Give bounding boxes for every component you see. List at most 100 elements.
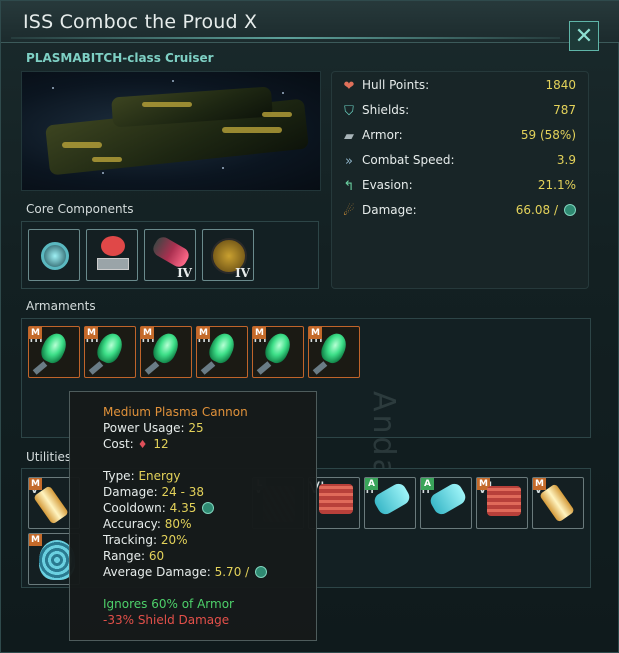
armor-plate-icon [319, 484, 353, 514]
size-badge: M [533, 478, 546, 490]
stat-label: Combat Speed: [362, 153, 455, 167]
tooltip-value: 20% [160, 533, 188, 547]
stat-value: 787 [553, 103, 576, 117]
stat-armor: ▰ Armor: 59 (58%) [338, 125, 584, 147]
core-slot-sensor[interactable] [28, 229, 80, 281]
tooltip-value: 80% [164, 517, 192, 531]
ship-details-window: ISS Comboc the Proud X ✕ PLASMABITCH-cla… [0, 0, 619, 653]
clock-icon [202, 502, 215, 514]
weapon-slot[interactable]: M III [140, 326, 192, 378]
stat-label: Shields: [362, 103, 410, 117]
core-components-panel: IV IV [21, 221, 319, 289]
size-badge: M [141, 327, 154, 339]
tooltip-value: 60 [148, 549, 165, 563]
tooltip-type-row: Type: Energy [103, 468, 180, 484]
size-badge: M [309, 327, 322, 339]
tier-label: IV [177, 266, 192, 280]
clock-icon [564, 204, 576, 216]
tooltip-cost-row: Cost: ♦ 12 [103, 436, 169, 452]
size-badge: A [365, 478, 378, 490]
stat-label: Damage: [362, 203, 417, 217]
tooltip-label: Range: [103, 549, 146, 563]
core-slot-computer[interactable] [86, 229, 138, 281]
armor-icon: ▰ [344, 128, 354, 144]
utilities-heading: Utilities [26, 450, 72, 464]
watermark-text: Anda [366, 391, 401, 480]
close-icon: ✕ [574, 23, 594, 49]
stat-value: 59 (58%) [520, 128, 576, 142]
stat-combat-speed: » Combat Speed: 3.9 [338, 150, 584, 172]
size-badge: A [421, 478, 434, 490]
utility-slot[interactable]: M V [532, 477, 584, 529]
tooltip-value: 4.35 [169, 501, 197, 515]
core-components-heading: Core Components [26, 202, 134, 216]
tooltip-value: Energy [138, 469, 181, 483]
shield-icon: ⛉ [344, 103, 354, 119]
weapon-slot[interactable]: M III [252, 326, 304, 378]
tooltip-tracking-row: Tracking: 20% [103, 532, 188, 548]
crystal-icon: ♦ [137, 438, 148, 451]
size-badge: M [85, 327, 98, 339]
tooltip-label: Cooldown: [103, 501, 166, 515]
armor-plate-icon [487, 486, 521, 516]
armaments-heading: Armaments [26, 299, 96, 313]
tooltip-label: Cost: [103, 437, 134, 451]
stat-value: 66.08 / [515, 203, 558, 217]
tooltip-weapon-name: Medium Plasma Cannon [103, 405, 248, 419]
tooltip-power-row: Power Usage: 25 [103, 420, 204, 436]
heart-icon: ❤ [343, 78, 355, 94]
tooltip-value: 25 [188, 421, 204, 435]
title-divider [11, 37, 560, 39]
stat-evasion: ↰ Evasion: 21.1% [338, 175, 584, 197]
computer-icon [101, 236, 125, 256]
size-badge: M [29, 327, 42, 339]
stat-label: Evasion: [362, 178, 413, 192]
utility-slot[interactable]: A II [420, 477, 472, 529]
ship-stats-panel: ❤ Hull Points: 1840 ⛉ Shields: 787 ▰ Arm… [331, 71, 589, 289]
tooltip-label: Type: [103, 469, 135, 483]
utility-slot[interactable]: A II [364, 477, 416, 529]
weapon-slot[interactable]: M III [308, 326, 360, 378]
tooltip-shield-note: -33% Shield Damage [103, 613, 230, 627]
weapon-slot[interactable]: M III [196, 326, 248, 378]
tooltip-value: 5.70 / [214, 565, 250, 579]
weapon-tooltip: Medium Plasma Cannon Power Usage: 25 Cos… [69, 391, 317, 641]
thruster-icon [150, 234, 192, 270]
tooltip-range-row: Range: 60 [103, 548, 164, 564]
tooltip-value: 12 [153, 437, 169, 451]
stat-value: 21.1% [537, 178, 576, 192]
stat-value: 3.9 [556, 153, 576, 167]
close-button[interactable]: ✕ [569, 21, 599, 51]
tooltip-accuracy-row: Accuracy: 80% [103, 516, 191, 532]
stat-hull-points: ❤ Hull Points: 1840 [338, 75, 584, 97]
size-badge: M [253, 327, 266, 339]
damage-icon: ☄ [343, 203, 355, 219]
weapon-slot[interactable]: M III [84, 326, 136, 378]
tooltip-cooldown-row: Cooldown: 4.35 [103, 500, 215, 516]
stat-label: Armor: [362, 128, 403, 142]
tooltip-armor-note: Ignores 60% of Armor [103, 597, 234, 611]
tooltip-value: 24 - 38 [161, 485, 205, 499]
ship-portrait [21, 71, 321, 191]
core-slot-thruster[interactable]: IV [144, 229, 196, 281]
stat-value: 1840 [545, 78, 576, 92]
tooltip-label: Average Damage: [103, 565, 211, 579]
ship-class-label: PLASMABITCH-class Cruiser [26, 51, 214, 65]
utility-slot[interactable]: M VI [476, 477, 528, 529]
weapon-slot[interactable]: M III [28, 326, 80, 378]
evasion-icon: ↰ [343, 178, 355, 194]
tooltip-avg-damage-row: Average Damage: 5.70 / [103, 564, 268, 580]
tooltip-label: Accuracy: [103, 517, 161, 531]
sensor-icon [41, 242, 69, 270]
core-slot-hyperdrive[interactable]: IV [202, 229, 254, 281]
size-badge: M [197, 327, 210, 339]
stat-shields: ⛉ Shields: 787 [338, 100, 584, 122]
clock-icon [255, 566, 268, 578]
size-badge: M [29, 478, 42, 490]
title-bar: ISS Comboc the Proud X [1, 1, 619, 43]
tooltip-damage-row: Damage: 24 - 38 [103, 484, 204, 500]
size-badge: M [29, 534, 42, 546]
tooltip-label: Power Usage: [103, 421, 185, 435]
tier-label: IV [235, 266, 250, 280]
window-title: ISS Comboc the Proud X [23, 11, 258, 33]
